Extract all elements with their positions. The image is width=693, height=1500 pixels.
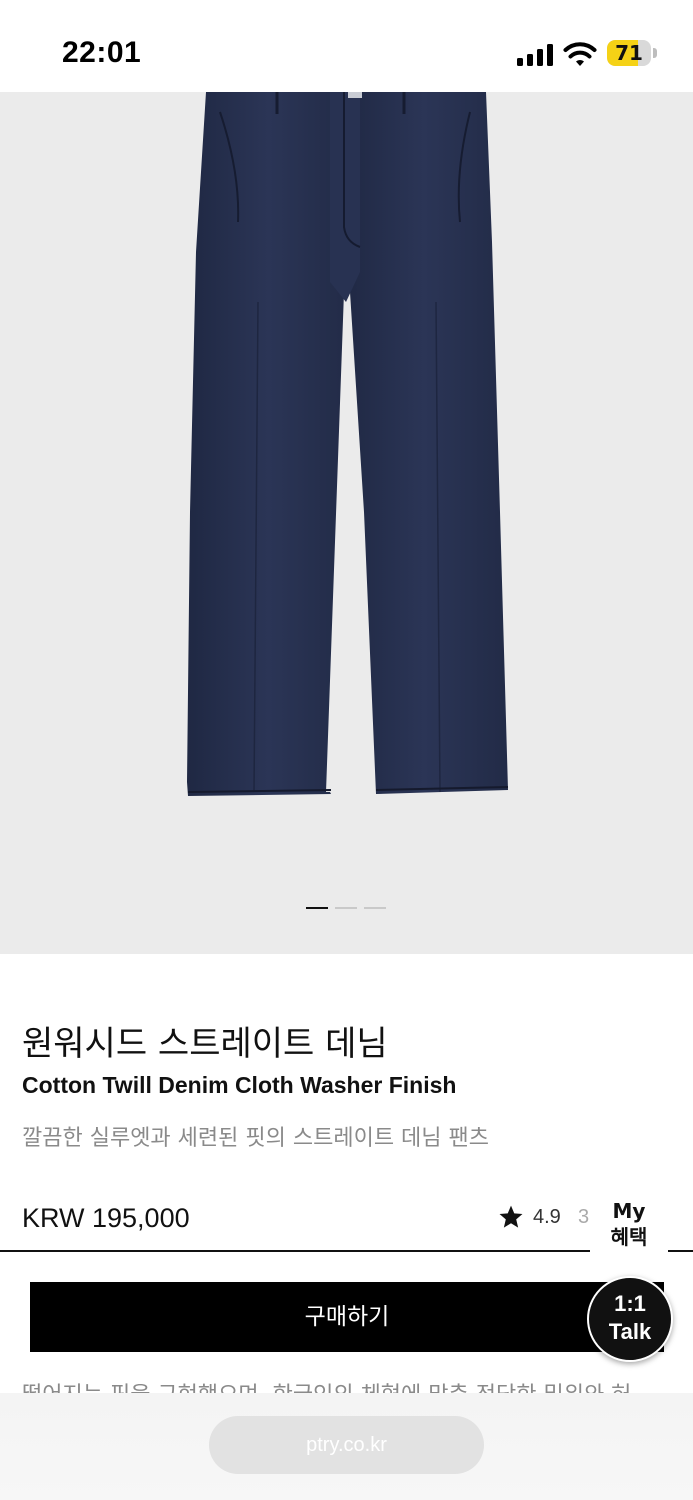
my-benefit-label-line1: My xyxy=(612,1199,646,1223)
product-image-carousel[interactable] xyxy=(0,92,693,954)
cellular-signal-icon xyxy=(517,44,553,66)
review-count: 3 xyxy=(578,1206,590,1228)
status-bar: 22:01 71 xyxy=(0,0,693,92)
carousel-dot[interactable] xyxy=(306,907,328,909)
talk-label-line1: 1:1 xyxy=(614,1291,646,1316)
address-bar[interactable]: ptry.co.kr xyxy=(209,1416,484,1474)
battery-icon: 71 xyxy=(607,40,657,68)
product-title-korean: 원워시드 스트레이트 데님 xyxy=(22,1024,388,1064)
my-benefit-button[interactable]: My 혜택 xyxy=(590,1198,668,1262)
my-benefit-label-line2: 혜택 xyxy=(610,1225,648,1249)
product-detail-text: 떨어지는 핏을 구현했으며, 한국인의 체형에 맞춘 적당한 밑위와 허 xyxy=(22,1380,682,1394)
talk-label-line2: Talk xyxy=(608,1319,652,1344)
product-description: 깔끔한 실루엣과 세련된 핏의 스트레이트 데님 팬츠 xyxy=(22,1126,490,1151)
denim-pants-photo xyxy=(187,92,509,796)
chat-talk-button[interactable]: 1:1 Talk xyxy=(587,1276,673,1362)
product-title-english: Cotton Twill Denim Cloth Washer Finish xyxy=(22,1072,457,1098)
rating-value: 4.9 xyxy=(533,1206,561,1228)
status-time: 22:01 xyxy=(62,36,142,69)
product-price: KRW 195,000 xyxy=(22,1203,190,1233)
battery-percentage: 71 xyxy=(615,41,643,65)
carousel-dot[interactable] xyxy=(364,907,386,909)
buy-button[interactable]: 구매하기 xyxy=(30,1282,664,1352)
carousel-dot[interactable] xyxy=(335,907,357,909)
star-icon xyxy=(499,1205,523,1228)
wifi-icon xyxy=(563,42,597,66)
